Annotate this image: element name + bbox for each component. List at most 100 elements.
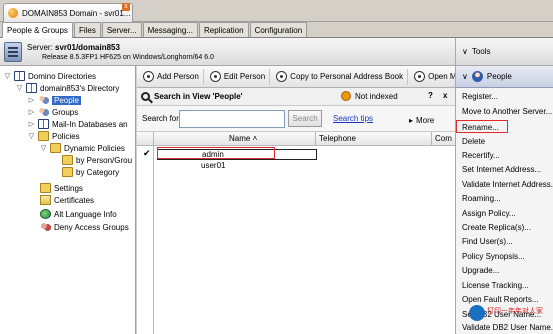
search-row: Search for Search Search tips ▸ More (137, 106, 455, 132)
table-row[interactable]: user01 (157, 161, 317, 172)
expand-chevron-icon[interactable]: ∨ (462, 72, 468, 81)
menu-item-license-tracking[interactable]: License Tracking... (462, 281, 529, 292)
groups-icon (38, 107, 49, 117)
close-search-icon[interactable]: x (443, 91, 447, 100)
server-info: Server: svr01/domain853 (27, 43, 120, 52)
watermark: 打印一年年对人家 (469, 301, 553, 334)
globe-icon (40, 209, 51, 219)
index-status-text: Not indexed (355, 91, 398, 101)
tree-item-people[interactable]: ▷ People (28, 94, 81, 106)
window-titlebar: DOMAIN853 Domain - svr01... x (0, 0, 553, 22)
column-header-company[interactable]: Com (435, 134, 452, 143)
tools-panel-header[interactable]: ∨ Tools (455, 38, 553, 66)
tree-item-policies[interactable]: ▽ Policies (28, 130, 80, 142)
domino-logo-icon (8, 8, 18, 18)
menu-item-validate-internet-address[interactable]: Validate Internet Address... (462, 180, 553, 191)
tree-item-label: Mail-In Databases an (52, 119, 128, 129)
menu-item-recertify[interactable]: Recertify... (462, 151, 500, 162)
main-tabs: People & Groups Files Server... Messagin… (0, 22, 553, 38)
tree-item-label: Dynamic Policies (64, 143, 125, 153)
tab-files[interactable]: Files (73, 22, 101, 37)
expand-twisty-icon[interactable]: ▽ (40, 145, 47, 152)
tab-people-groups[interactable]: People & Groups (2, 22, 73, 38)
navigation-tree: ▽ Domino Directories ▽ domain853's Direc… (0, 66, 136, 334)
tree-item-label: Policies (52, 131, 80, 141)
tree-item-groups[interactable]: ▷ Groups (28, 106, 78, 118)
tree-item-domain-directory[interactable]: ▽ domain853's Directory (16, 82, 119, 94)
tab-replication[interactable]: Replication (198, 22, 249, 37)
tree-item-label: Alt Language Info (54, 209, 117, 219)
menu-item-assign-policy[interactable]: Assign Policy... (462, 209, 516, 220)
menu-item-delete[interactable]: Delete (462, 137, 485, 148)
folder-icon (50, 143, 61, 153)
edit-person-icon (209, 71, 221, 82)
menu-item-policy-synopsis[interactable]: Policy Synopsis... (462, 252, 525, 263)
tree-item-label: People (52, 95, 81, 105)
menu-item-roaming[interactable]: Roaming... (462, 194, 501, 205)
expand-twisty-icon[interactable]: ▷ (28, 97, 35, 104)
settings-folder-icon (40, 183, 51, 193)
search-title: Search in View 'People' (154, 92, 243, 101)
tab-configuration[interactable]: Configuration (249, 22, 308, 37)
tree-item-settings[interactable]: Settings (40, 182, 83, 194)
action-label: Add Person (157, 72, 199, 81)
add-person-button[interactable]: Add Person (139, 68, 204, 85)
close-window-icon[interactable]: x (122, 3, 130, 11)
tree-item-domino-directories[interactable]: ▽ Domino Directories (4, 70, 96, 82)
open-mail-button[interactable]: Open M (410, 69, 455, 85)
expand-twisty-icon[interactable]: ▷ (28, 121, 35, 128)
search-button[interactable]: Search (288, 110, 322, 127)
tree-item-label: Groups (52, 107, 79, 117)
server-release: Release 8.5.3FP1 HF625 on Windows/Longho… (42, 54, 214, 61)
copy-to-address-book-button[interactable]: Copy to Personal Address Book (272, 68, 409, 85)
search-tips-link[interactable]: Search tips (333, 114, 373, 123)
expand-twisty-icon[interactable]: ▽ (28, 133, 35, 140)
tree-item-alt-language-info[interactable]: Alt Language Info (40, 208, 117, 220)
more-label: More (416, 116, 435, 125)
server-icon (4, 42, 22, 62)
folder-icon (62, 155, 73, 165)
menu-item-find-users[interactable]: Find User(s)... (462, 237, 513, 248)
menu-item-create-replicas[interactable]: Create Replica(s)... (462, 223, 531, 234)
menu-item-move-to-server[interactable]: Move to Another Server... (462, 107, 552, 118)
people-icon (38, 95, 49, 105)
collapse-chevron-icon[interactable]: ∨ (462, 47, 468, 56)
menu-item-register[interactable]: Register... (462, 92, 498, 103)
tree-item-label: by Person/Grou (76, 155, 133, 165)
tree-item-dynamic-policies[interactable]: ▽ Dynamic Policies (40, 142, 125, 154)
tools-section-people[interactable]: ∨ People (456, 66, 553, 88)
tree-item-by-category[interactable]: by Category (62, 166, 119, 178)
search-input[interactable] (179, 110, 285, 128)
expand-twisty-icon[interactable]: ▽ (16, 85, 23, 92)
sort-arrow-icon: ˄ (252, 134, 258, 143)
tree-item-certificates[interactable]: Certificates (40, 194, 94, 206)
column-separator[interactable] (431, 132, 432, 146)
more-options-button[interactable]: ▸ More (405, 113, 449, 128)
open-mail-icon (414, 71, 426, 82)
tree-item-label: by Category (76, 167, 120, 177)
window-tab[interactable]: DOMAIN853 Domain - svr01... (3, 3, 133, 22)
checkmark-icon[interactable]: ✔ (143, 148, 151, 159)
tab-messaging[interactable]: Messaging... (142, 22, 198, 37)
add-person-icon (143, 71, 154, 82)
server-bar: Server: svr01/domain853 Release 8.5.3FP1… (0, 38, 455, 66)
menu-item-upgrade[interactable]: Upgrade... (462, 266, 499, 277)
expand-twisty-icon[interactable]: ▷ (28, 109, 35, 116)
tab-server[interactable]: Server... (101, 22, 142, 37)
action-label: Edit Person (223, 72, 266, 81)
menu-item-set-internet-address[interactable]: Set Internet Address... (462, 165, 541, 176)
column-header-telephone[interactable]: Telephone (319, 134, 356, 143)
database-icon (38, 119, 49, 129)
column-header-name[interactable]: Name ˄ (229, 134, 257, 143)
tree-item-by-person-group[interactable]: by Person/Grou (62, 154, 132, 166)
expand-twisty-icon[interactable]: ▽ (4, 73, 11, 80)
help-icon[interactable]: ? (428, 91, 433, 100)
book-icon (26, 83, 37, 93)
tree-item-mail-in-databases[interactable]: ▷ Mail-In Databases an (28, 118, 128, 130)
tree-item-label: Domino Directories (28, 71, 97, 81)
tree-item-deny-access-groups[interactable]: Deny Access Groups (40, 221, 129, 233)
index-status: Not indexed (341, 91, 398, 101)
action-label: Copy to Personal Address Book (290, 72, 404, 81)
edit-person-button[interactable]: Edit Person (206, 68, 271, 85)
column-separator[interactable] (315, 132, 316, 146)
